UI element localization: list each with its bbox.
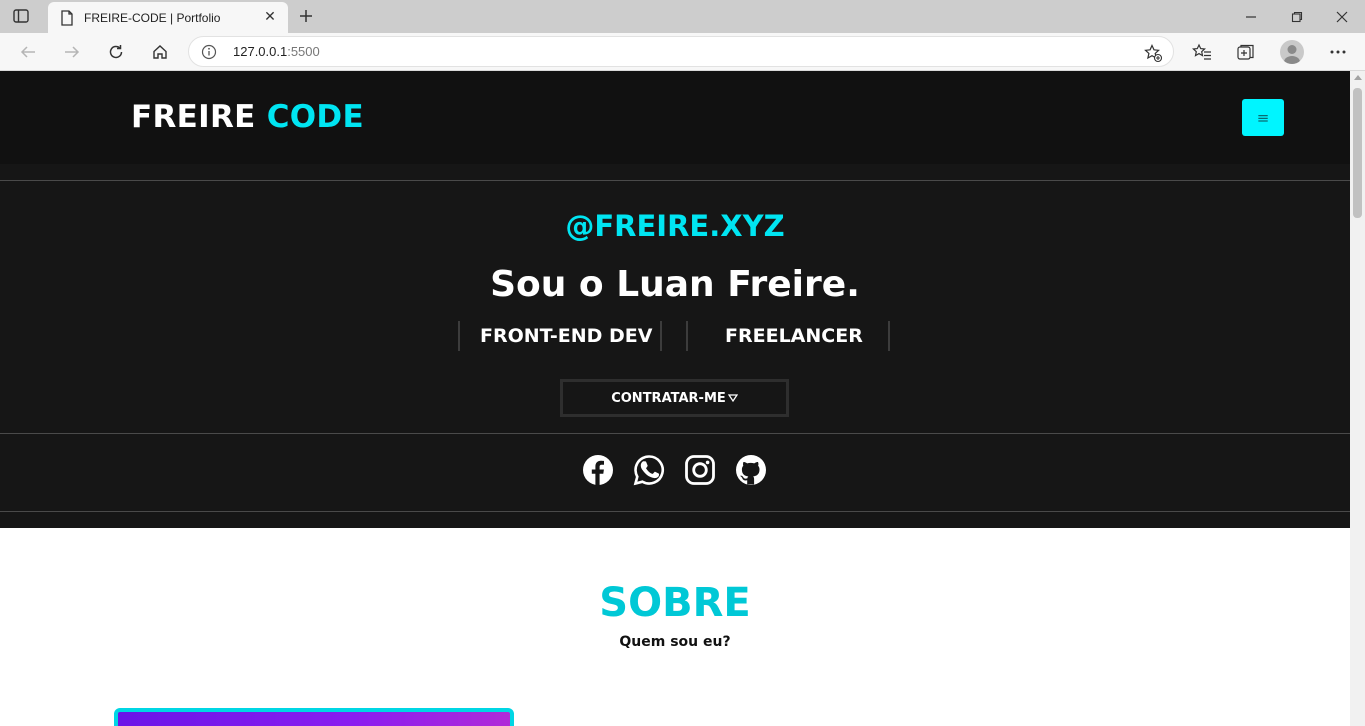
window-close-icon[interactable] bbox=[1319, 0, 1365, 33]
address-bar[interactable]: 127.0.0.1:5500 bbox=[188, 36, 1174, 67]
whatsapp-icon[interactable] bbox=[633, 454, 665, 486]
divider bbox=[0, 180, 1350, 181]
minimize-icon[interactable] bbox=[1228, 0, 1274, 33]
scroll-up-icon[interactable] bbox=[1354, 75, 1362, 80]
about-section: SOBRE Quem sou eu? bbox=[0, 528, 1350, 726]
page-icon bbox=[61, 9, 73, 26]
hire-me-button[interactable]: CONTRATAR-ME bbox=[560, 379, 789, 417]
more-options-icon[interactable] bbox=[1324, 38, 1352, 66]
tab-title: FREIRE-CODE | Portfolio bbox=[84, 10, 221, 25]
github-icon[interactable] bbox=[735, 454, 767, 486]
home-icon[interactable] bbox=[146, 38, 174, 66]
hire-me-label: CONTRATAR-ME bbox=[611, 390, 726, 406]
add-favorite-icon[interactable] bbox=[1143, 43, 1163, 63]
divider bbox=[0, 433, 1350, 434]
role-divider bbox=[686, 321, 688, 351]
site-header: FREIRE CODE ≡ bbox=[0, 71, 1350, 164]
page-viewport: FREIRE CODE ≡ @FREIRE.XYZ Sou o Luan Fre… bbox=[0, 71, 1350, 726]
role-frontend: FRONT-END DEV bbox=[480, 325, 653, 347]
about-title: SOBRE bbox=[599, 580, 751, 626]
facebook-icon[interactable] bbox=[582, 454, 614, 486]
browser-tab[interactable]: FREIRE-CODE | Portfolio ✕ bbox=[48, 2, 288, 33]
about-subtitle: Quem sou eu? bbox=[619, 634, 731, 650]
browser-tab-bar: FREIRE-CODE | Portfolio ✕ bbox=[0, 0, 1365, 33]
hero-section: @FREIRE.XYZ Sou o Luan Freire. FRONT-END… bbox=[0, 164, 1350, 528]
site-logo[interactable]: FREIRE CODE bbox=[131, 99, 364, 135]
forward-icon[interactable] bbox=[58, 38, 86, 66]
site-info-icon[interactable] bbox=[201, 44, 217, 60]
tab-actions-icon[interactable] bbox=[10, 6, 32, 26]
role-divider bbox=[458, 321, 460, 351]
role-divider bbox=[888, 321, 890, 351]
restore-icon[interactable] bbox=[1274, 0, 1320, 33]
url-text: 127.0.0.1:5500 bbox=[233, 44, 320, 59]
hamburger-icon: ≡ bbox=[1256, 108, 1270, 127]
hero-headline: Sou o Luan Freire. bbox=[490, 264, 860, 305]
instagram-icon[interactable] bbox=[684, 454, 716, 486]
menu-toggle-button[interactable]: ≡ bbox=[1242, 99, 1284, 136]
page-scrollbar[interactable] bbox=[1350, 71, 1365, 726]
hero-handle: @FREIRE.XYZ bbox=[565, 209, 785, 243]
triangle-down-icon bbox=[727, 394, 738, 403]
tab-close-icon[interactable]: ✕ bbox=[262, 9, 278, 25]
collections-icon[interactable] bbox=[1232, 38, 1260, 66]
back-icon[interactable] bbox=[14, 38, 42, 66]
about-photo bbox=[114, 708, 514, 726]
refresh-icon[interactable] bbox=[102, 38, 130, 66]
browser-toolbar: 127.0.0.1:5500 bbox=[0, 33, 1365, 71]
divider bbox=[0, 511, 1350, 512]
role-freelancer: FREELANCER bbox=[725, 325, 863, 347]
profile-avatar[interactable] bbox=[1280, 40, 1304, 64]
scrollbar-thumb[interactable] bbox=[1353, 88, 1362, 218]
role-divider bbox=[660, 321, 662, 351]
new-tab-icon[interactable] bbox=[294, 4, 318, 28]
favorites-icon[interactable] bbox=[1188, 38, 1216, 66]
